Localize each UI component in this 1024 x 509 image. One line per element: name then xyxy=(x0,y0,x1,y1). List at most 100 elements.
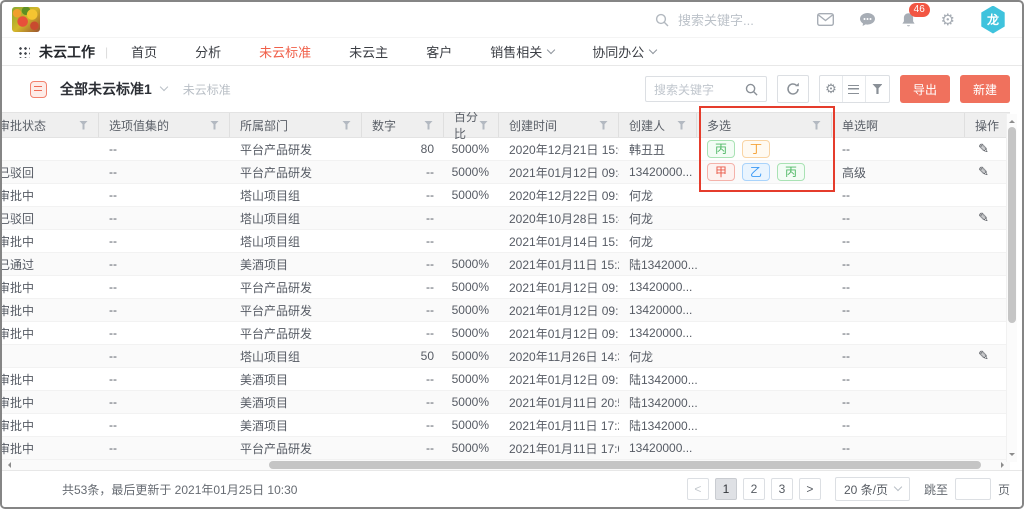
cell-creator: 陆1342000... xyxy=(619,391,697,413)
page-size-select[interactable]: 20 条/页 xyxy=(835,477,910,501)
cell-creator: 陆1342000... xyxy=(619,368,697,390)
vertical-scrollbar-thumb[interactable] xyxy=(1008,127,1016,323)
mail-icon[interactable] xyxy=(817,13,834,26)
nav-item[interactable]: 销售相关 xyxy=(471,38,573,65)
tag-乙: 乙 xyxy=(742,163,770,181)
cell-status: 已驳回 xyxy=(2,207,99,229)
tag-丁: 丁 xyxy=(742,140,770,158)
export-button[interactable]: 导出 xyxy=(900,75,950,103)
edit-icon[interactable]: ✎ xyxy=(978,165,989,180)
column-header-percent[interactable]: 百分比 xyxy=(444,113,499,137)
cell-number: 50 xyxy=(362,345,444,367)
cell-single: -- xyxy=(832,345,965,367)
page-button-2[interactable]: 2 xyxy=(743,478,765,500)
filter-icon[interactable] xyxy=(210,121,219,130)
cell-single: -- xyxy=(832,368,965,390)
column-header-op[interactable]: 操作 xyxy=(965,113,1010,137)
scroll-up-arrow-icon[interactable] xyxy=(1009,117,1015,123)
cell-multi xyxy=(697,253,832,275)
nav-item[interactable]: 客户 xyxy=(407,38,471,65)
cell-status: 审批中 xyxy=(2,184,99,206)
prev-page-button[interactable]: < xyxy=(687,478,709,500)
chevron-down-icon xyxy=(649,45,657,53)
column-header-created[interactable]: 创建时间 xyxy=(499,113,619,137)
cell-optionset: -- xyxy=(99,138,230,160)
cell-status: 审批中 xyxy=(2,391,99,413)
scroll-right-arrow-icon[interactable] xyxy=(1001,462,1007,468)
create-button[interactable]: 新建 xyxy=(960,75,1010,103)
vertical-scrollbar[interactable] xyxy=(1006,114,1017,462)
company-logo[interactable] xyxy=(12,7,40,32)
next-page-button[interactable]: > xyxy=(799,478,821,500)
nav-item[interactable]: 协同办公 xyxy=(573,38,675,65)
list-search-input[interactable]: 搜索关键字 xyxy=(645,76,767,102)
column-header-optionset[interactable]: 选项值集的 xyxy=(99,113,230,137)
user-avatar[interactable]: 龙 xyxy=(980,6,1006,34)
filter-icon[interactable] xyxy=(479,121,488,130)
page-button-1[interactable]: 1 xyxy=(715,478,737,500)
list-view-icon[interactable] xyxy=(843,76,866,102)
settings-gear-icon[interactable]: ⚙ xyxy=(941,12,955,28)
filter-icon[interactable] xyxy=(677,121,686,130)
jump-page-input[interactable] xyxy=(955,478,991,500)
topbar-icons: 46 ⚙ 龙 xyxy=(817,2,1006,37)
nav-item[interactable]: 分析 xyxy=(176,38,240,65)
view-title[interactable]: 全部未云标准1 xyxy=(60,79,152,99)
column-header-multi[interactable]: 多选 xyxy=(697,113,832,137)
column-header-number[interactable]: 数字 xyxy=(362,113,444,137)
column-label: 审批状态 xyxy=(2,117,46,134)
cell-dept: 塔山项目组 xyxy=(230,184,362,206)
filter-icon[interactable] xyxy=(342,121,351,130)
cell-number: -- xyxy=(362,207,444,229)
column-header-dept[interactable]: 所属部门 xyxy=(230,113,362,137)
column-settings-icon[interactable]: ⚙ xyxy=(820,76,843,102)
cell-dept: 塔山项目组 xyxy=(230,207,362,229)
filter-icon[interactable] xyxy=(79,121,88,130)
column-header-single[interactable]: 单选啊 xyxy=(832,113,965,137)
nav-item[interactable]: 未云标准 xyxy=(240,38,330,65)
global-search[interactable]: 搜索关键字... xyxy=(655,2,754,37)
cell-op: ✎ xyxy=(965,345,1010,367)
jump-to-page: 跳至 页 xyxy=(924,478,1010,500)
tag-丙: 丙 xyxy=(707,140,735,158)
column-header-creator[interactable]: 创建人 xyxy=(619,113,697,137)
app-name[interactable]: 未云工作 xyxy=(39,42,95,62)
cell-multi xyxy=(697,207,832,229)
cell-creator: 何龙 xyxy=(619,345,697,367)
notification-bell-icon[interactable]: 46 xyxy=(901,12,916,28)
filter-icon[interactable] xyxy=(599,121,608,130)
toolbar: 全部未云标准1 未云标准 搜索关键字 ⚙ 导出 新建 xyxy=(2,66,1022,112)
edit-icon[interactable]: ✎ xyxy=(978,349,989,364)
cell-created: 2021年01月12日 09:46 xyxy=(499,161,619,183)
search-icon[interactable] xyxy=(745,83,758,96)
filter-icon[interactable] xyxy=(424,121,433,130)
nav-item[interactable]: 首页 xyxy=(112,38,176,65)
page-unit-label: 页 xyxy=(998,481,1010,498)
view-chevron-down-icon[interactable] xyxy=(160,83,168,91)
scroll-left-arrow-icon[interactable] xyxy=(5,462,11,468)
column-label: 操作 xyxy=(975,117,999,134)
nav-item[interactable]: 未云主 xyxy=(330,38,407,65)
edit-icon[interactable]: ✎ xyxy=(978,142,989,157)
horizontal-scrollbar-thumb[interactable] xyxy=(269,461,981,469)
edit-icon[interactable]: ✎ xyxy=(978,211,989,226)
refresh-button[interactable] xyxy=(777,75,809,103)
column-header-status[interactable]: 审批状态 xyxy=(2,113,99,137)
cell-dept: 塔山项目组 xyxy=(230,230,362,252)
cell-created: 2021年01月11日 17:06 xyxy=(499,437,619,459)
cell-number: -- xyxy=(362,253,444,275)
cell-creator: 何龙 xyxy=(619,207,697,229)
refresh-icon xyxy=(786,82,800,96)
page-button-3[interactable]: 3 xyxy=(771,478,793,500)
cell-creator: 13420000... xyxy=(619,276,697,298)
filter-icon[interactable] xyxy=(812,121,821,130)
horizontal-scrollbar[interactable] xyxy=(2,460,1010,470)
cell-percent: 5000% xyxy=(444,299,499,321)
app-grid-icon[interactable] xyxy=(18,46,30,58)
chat-icon[interactable] xyxy=(859,12,876,27)
filter-icon[interactable] xyxy=(866,76,889,102)
view-list-icon xyxy=(30,81,47,98)
scroll-down-arrow-icon[interactable] xyxy=(1009,453,1015,459)
cell-status: 审批中 xyxy=(2,299,99,321)
cell-number: -- xyxy=(362,391,444,413)
